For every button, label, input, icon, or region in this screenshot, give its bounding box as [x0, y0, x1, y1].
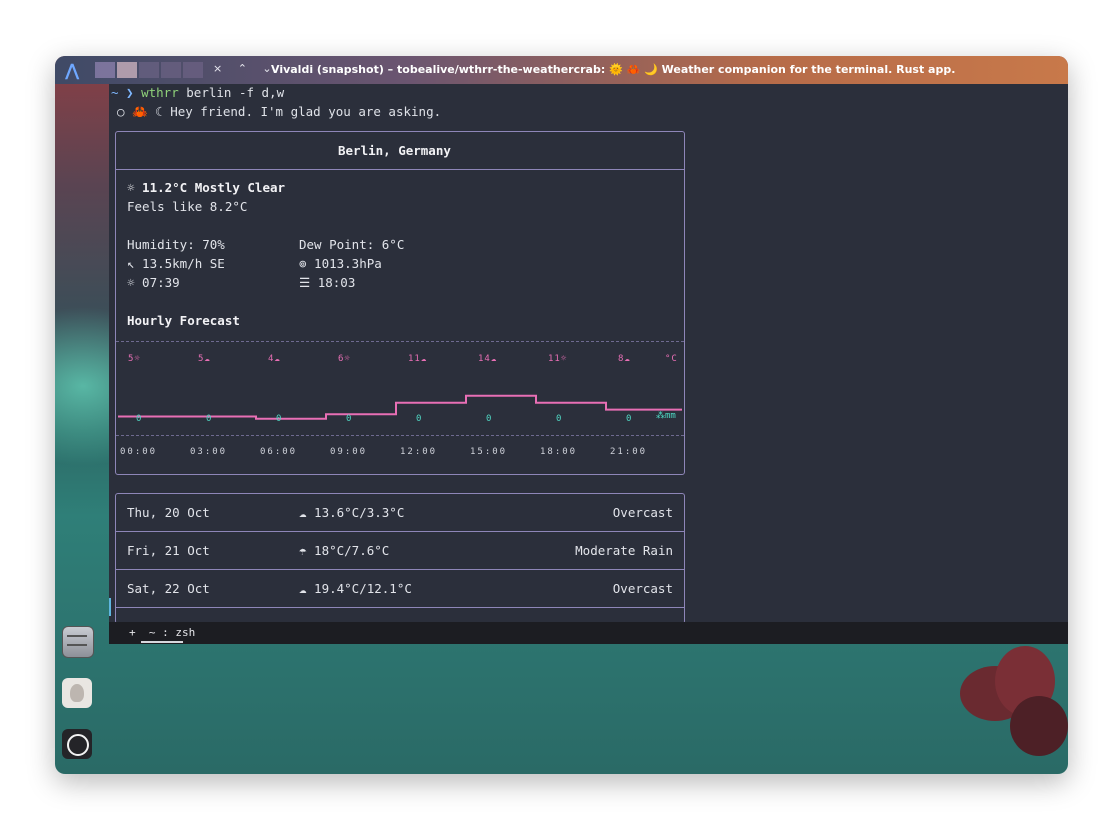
daily-row: Sat, 22 Oct ☁ 19.4°C/12.1°C Overcast [116, 570, 684, 608]
command-name: wthrr [141, 85, 179, 100]
hourly-precip-label: 0 [626, 414, 632, 424]
window-controls[interactable]: × ⌃ ⌄ [213, 62, 278, 75]
terminal-cursor [109, 598, 111, 616]
hourly-time-label: 09:00 [330, 447, 368, 457]
terminal-tab-bar: + ~ : zsh [109, 622, 1068, 644]
daily-date: Sat, 22 Oct [127, 581, 210, 596]
hourly-time-label: 18:00 [540, 447, 578, 457]
hourly-precip-label: 0 [416, 414, 422, 424]
hourly-time-label: 03:00 [190, 447, 228, 457]
workspace-4[interactable] [161, 62, 181, 78]
precip-unit-label: mm [665, 411, 676, 421]
hourly-precip-label: 0 [346, 414, 352, 424]
command-args: berlin -f d,w [178, 85, 285, 100]
daily-condition: Moderate Rain [575, 543, 673, 558]
hourly-time-label: 06:00 [260, 447, 298, 457]
workspace-5[interactable] [183, 62, 203, 78]
daily-condition: Overcast [612, 505, 673, 520]
hourly-time-label: 21:00 [610, 447, 648, 457]
daily-row-divider [116, 607, 684, 608]
workspace-3[interactable] [139, 62, 159, 78]
desktop-window: ⋀ × ⌃ ⌄ Vivaldi (snapshot) – tobealive/w… [55, 56, 1068, 774]
hourly-time-label: 00:00 [120, 447, 158, 457]
hourly-time-label: 12:00 [400, 447, 438, 457]
hourly-time-label: 15:00 [470, 447, 508, 457]
workspace-1[interactable] [95, 62, 115, 78]
daily-temps: ☁ 19.4°C/12.1°C [299, 581, 412, 596]
hourly-precip-label: 0 [276, 414, 282, 424]
file-cabinet-icon[interactable] [62, 626, 94, 658]
daily-temps: ☁ 13.6°C/3.3°C [299, 505, 405, 520]
daily-row: Thu, 20 Oct ☁ 13.6°C/3.3°C Overcast [116, 494, 684, 532]
terminal-view[interactable]: ~ ❯ wthrr berlin -f d,w ○ 🦀 ☾ Hey friend… [109, 84, 1068, 624]
settings-app-icon[interactable] [62, 729, 92, 759]
daily-condition: Overcast [612, 581, 673, 596]
greeting-line: ○ 🦀 ☾ Hey friend. I'm glad you are askin… [117, 104, 442, 119]
window-title: Vivaldi (snapshot) – tobealive/wthrr-the… [271, 63, 956, 76]
hourly-time-divider [116, 435, 684, 436]
prompt-line: ~ ❯ wthrr berlin -f d,w [111, 85, 284, 100]
daily-forecast-box: Thu, 20 Oct ☁ 13.6°C/3.3°C Overcast Fri, 21… [115, 493, 685, 624]
precip-unit: ⁂mm [656, 411, 676, 421]
daily-temps: ☂ 18°C/7.6°C [299, 543, 390, 558]
daily-date: Fri, 21 Oct [127, 543, 210, 558]
daily-date: Thu, 20 Oct [127, 505, 210, 520]
hourly-precip-label: 0 [556, 414, 562, 424]
prompt-symbol: ~ ❯ [111, 85, 134, 100]
tab-zsh[interactable]: + ~ : zsh [129, 626, 195, 639]
hourly-precip-label: 0 [206, 414, 212, 424]
current-weather-box: Berlin, Germany ☼ 11.2°C Mostly Clear Fe… [115, 131, 685, 475]
daily-row: Fri, 21 Oct ☂ 18°C/7.6°C Moderate Rain [116, 532, 684, 570]
title-bar: ⋀ × ⌃ ⌄ Vivaldi (snapshot) – tobealive/w… [55, 56, 1068, 84]
hourly-precip-label: 0 [486, 414, 492, 424]
workspace-2[interactable] [117, 62, 137, 78]
hourly-temp-line [118, 394, 682, 420]
arch-logo-icon[interactable]: ⋀ [65, 61, 79, 81]
hourly-precip-label: 0 [136, 414, 142, 424]
foliage-decoration [1010, 696, 1068, 756]
tab-active-indicator [141, 641, 183, 643]
cat-app-icon[interactable] [62, 678, 92, 708]
